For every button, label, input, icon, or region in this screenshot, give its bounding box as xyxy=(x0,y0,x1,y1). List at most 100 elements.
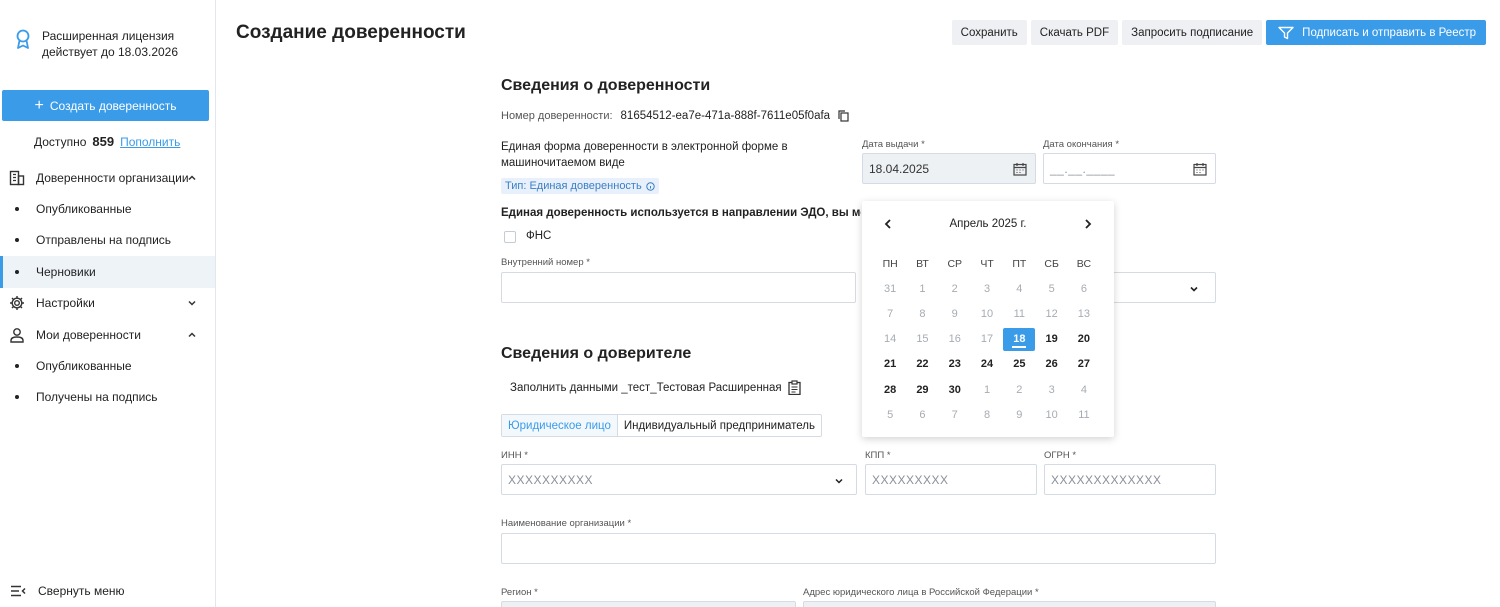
sidebar-item-drafts[interactable]: Черновики xyxy=(0,256,215,288)
chevron-right-icon[interactable] xyxy=(1081,217,1095,231)
end-date-label: Дата окончания * xyxy=(1043,139,1120,150)
fns-checkbox[interactable] xyxy=(504,231,516,243)
sidebar-item-label: Опубликованные xyxy=(36,359,132,374)
create-poa-button[interactable]: + Создать доверенность xyxy=(2,90,209,121)
calendar-day[interactable]: 21 xyxy=(874,352,906,377)
calendar-day[interactable]: 26 xyxy=(1035,352,1067,377)
sign-and-send-button[interactable]: Подписать и отправить в Реестр xyxy=(1266,20,1486,45)
calendar-day[interactable]: 14 xyxy=(874,327,906,352)
calendar-day[interactable]: 13 xyxy=(1068,301,1100,326)
sidebar-item-sent-for-signing[interactable]: Отправлены на подпись xyxy=(0,225,215,256)
calendar-day[interactable]: 10 xyxy=(1035,402,1067,427)
calendar-day[interactable]: 8 xyxy=(971,402,1003,427)
tab-legal-entity[interactable]: Юридическое лицо xyxy=(502,415,618,436)
chevron-down-icon xyxy=(188,301,196,306)
bullet-icon xyxy=(15,207,19,212)
user-icon xyxy=(10,327,24,343)
end-date-field[interactable]: __.__.____ xyxy=(1043,153,1216,184)
calendar-day[interactable]: 27 xyxy=(1068,352,1100,377)
calendar-day[interactable]: 4 xyxy=(1068,377,1100,402)
calendar-day[interactable]: 5 xyxy=(1035,276,1067,301)
direction-select[interactable] xyxy=(1106,272,1216,303)
calendar-day[interactable]: 6 xyxy=(1068,276,1100,301)
sidebar-item-org-poas[interactable]: Доверенности организации xyxy=(0,162,215,193)
fill-with-data-button[interactable]: Заполнить данными _тест_Тестовая Расшире… xyxy=(510,380,801,395)
calendar-day[interactable]: 23 xyxy=(939,352,971,377)
chevron-up-icon xyxy=(188,175,196,180)
issue-date-label: Дата выдачи * xyxy=(862,139,925,150)
issue-date-value: 18.04.2025 xyxy=(869,161,930,176)
poa-number: Номер доверенности: 81654512-ea7e-471a-8… xyxy=(501,110,849,122)
edo-notice: Единая доверенность используется в напра… xyxy=(501,207,861,219)
sidebar-item-settings[interactable]: Настройки xyxy=(0,288,215,319)
info-icon[interactable] xyxy=(646,181,655,191)
sidebar-item-received-for-signing[interactable]: Получены на подпись xyxy=(0,382,215,413)
calendar-day[interactable]: 25 xyxy=(1003,352,1035,377)
calendar-day[interactable]: 9 xyxy=(939,301,971,326)
region-label: Регион * xyxy=(501,587,538,598)
calendar-day[interactable]: 20 xyxy=(1068,327,1100,352)
ogrn-input[interactable]: XXXXXXXXXXXXX xyxy=(1044,464,1216,495)
calendar-icon[interactable] xyxy=(1193,162,1207,176)
top-up-link[interactable]: Пополнить xyxy=(120,135,180,149)
address-input[interactable] xyxy=(803,601,1216,607)
calendar-day[interactable]: 11 xyxy=(1003,301,1035,326)
building-icon xyxy=(9,170,25,185)
calendar-day[interactable]: 1 xyxy=(971,377,1003,402)
calendar-day[interactable]: 3 xyxy=(1035,377,1067,402)
principal-section-title: Сведения о доверителе xyxy=(501,345,692,362)
calendar-day[interactable]: 7 xyxy=(874,301,906,326)
inn-label: ИНН * xyxy=(501,450,528,461)
balance-label: Доступно xyxy=(34,135,87,149)
tab-individual-entrepreneur[interactable]: Индивидуальный предприниматель xyxy=(618,415,821,436)
weekday-header: СБ xyxy=(1044,257,1059,270)
license-info: Расширенная лицензия действует до 18.03.… xyxy=(14,28,178,60)
request-signing-button[interactable]: Запросить подписание xyxy=(1122,20,1263,45)
sidebar-item-my-published[interactable]: Опубликованные xyxy=(0,350,215,381)
calendar-day[interactable]: 19 xyxy=(1035,327,1067,352)
kpp-input[interactable]: XXXXXXXXX xyxy=(865,464,1037,495)
calendar-day[interactable]: 16 xyxy=(939,327,971,352)
chevron-up-icon xyxy=(188,332,196,337)
save-button[interactable]: Сохранить xyxy=(951,20,1027,45)
internal-number-input[interactable] xyxy=(501,272,856,303)
calendar-day[interactable]: 15 xyxy=(906,327,938,352)
sidebar-item-org-published[interactable]: Опубликованные xyxy=(0,193,215,224)
calendar-day[interactable]: 4 xyxy=(1003,276,1035,301)
calendar-day[interactable]: 2 xyxy=(939,276,971,301)
calendar-day[interactable]: 7 xyxy=(939,402,971,427)
calendar-day[interactable]: 1 xyxy=(906,276,938,301)
copy-icon[interactable] xyxy=(838,110,849,122)
calendar-day[interactable]: 22 xyxy=(906,352,938,377)
calendar-day[interactable]: 29 xyxy=(906,377,938,402)
calendar-day[interactable]: 5 xyxy=(874,402,906,427)
calendar-day[interactable]: 28 xyxy=(874,377,906,402)
download-pdf-button[interactable]: Скачать PDF xyxy=(1030,20,1119,45)
calendar-day[interactable]: 3 xyxy=(971,276,1003,301)
calendar-day[interactable]: 24 xyxy=(971,352,1003,377)
calendar-day[interactable]: 31 xyxy=(874,276,906,301)
calendar-icon[interactable] xyxy=(1013,162,1027,176)
send-icon xyxy=(1278,26,1294,39)
sidebar-item-label: Отправлены на подпись xyxy=(36,233,172,248)
region-select[interactable] xyxy=(501,601,796,607)
calendar-day-selected[interactable]: 18 xyxy=(1003,327,1036,351)
calendar-day[interactable]: 10 xyxy=(971,301,1003,326)
inn-input[interactable]: XXXXXXXXXX xyxy=(501,464,857,495)
balance-value: 859 xyxy=(92,134,115,149)
calendar-day[interactable]: 2 xyxy=(1003,377,1035,402)
calendar-day[interactable]: 8 xyxy=(906,301,938,326)
calendar-day[interactable]: 9 xyxy=(1003,402,1035,427)
calendar-day[interactable]: 12 xyxy=(1035,301,1067,326)
issue-date-field[interactable]: 18.04.2025 xyxy=(862,153,1036,184)
org-name-input[interactable] xyxy=(501,533,1216,564)
calendar-day[interactable]: 30 xyxy=(939,377,971,402)
calendar-day[interactable]: 11 xyxy=(1068,402,1100,427)
calendar-day[interactable]: 6 xyxy=(906,402,938,427)
sidebar-item-my-poas[interactable]: Мои доверенности xyxy=(0,319,215,350)
sidebar-item-label: Настройки xyxy=(36,296,95,311)
calendar-day[interactable]: 17 xyxy=(971,327,1003,352)
license-expiry: действует до 18.03.2026 xyxy=(42,45,179,59)
weekday-header: ПТ xyxy=(1012,257,1027,270)
collapse-menu-button[interactable]: Свернуть меню xyxy=(10,584,125,598)
